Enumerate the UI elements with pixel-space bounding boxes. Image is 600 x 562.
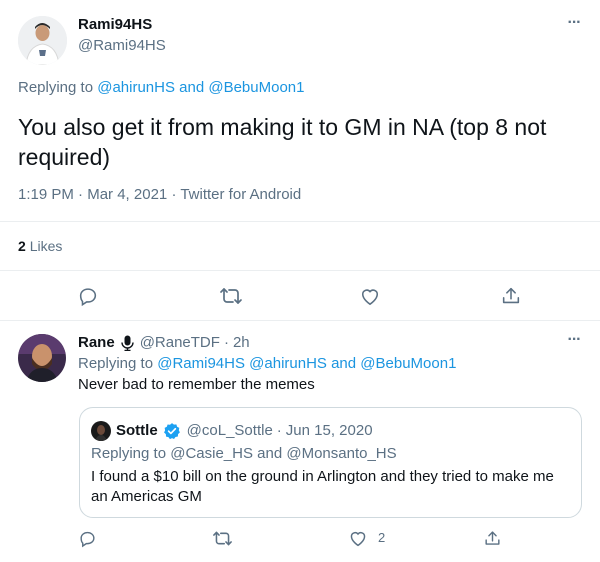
verified-badge-icon <box>163 422 181 440</box>
main-tweet-text-line: You also get it from making it to GM in … <box>18 114 547 140</box>
retweet-icon[interactable] <box>212 529 233 548</box>
divider <box>0 320 600 321</box>
replying-user-link[interactable]: @Rami94HS <box>157 355 245 372</box>
reply-author-line: Rane @RaneTDF · 2h <box>78 333 250 353</box>
divider <box>0 221 600 222</box>
quoted-date: Jun 15, 2020 <box>285 422 373 439</box>
replying-prefix: Replying to <box>91 445 167 462</box>
likes-stat[interactable]: 2 Likes <box>18 236 62 256</box>
main-more-button[interactable]: ··· <box>560 14 588 36</box>
replying-and: and <box>257 445 283 462</box>
likes-label: Likes <box>29 238 63 254</box>
share-icon[interactable] <box>483 529 502 548</box>
tweet-date[interactable]: Mar 4, 2021 <box>87 186 167 203</box>
reply-author-name[interactable]: Rane <box>78 333 115 353</box>
replying-user-link[interactable]: @ahirunHS <box>97 79 175 96</box>
like-action[interactable]: 2 <box>348 529 385 547</box>
quoted-text-line: I found a $10 bill on the ground in Arli… <box>91 468 554 485</box>
quoted-text-line: an Americas GM <box>91 488 202 505</box>
main-replying-to: Replying to @ahirunHS and @BebuMoon1 <box>18 78 304 98</box>
avatar-person-image <box>18 334 66 382</box>
quoted-author-avatar <box>91 421 111 441</box>
microphone-icon <box>120 335 134 351</box>
like-count: 2 <box>378 530 386 545</box>
main-author-name[interactable]: Rami94HS <box>78 15 152 35</box>
avatar-person-image <box>91 421 111 441</box>
reply-time[interactable]: 2h <box>233 333 250 353</box>
avatar-person-image <box>18 16 67 65</box>
quoted-author-handle: @coL_Sottle <box>186 422 273 439</box>
main-author-avatar[interactable] <box>18 16 67 65</box>
replying-user-link[interactable]: @ahirunHS <box>249 355 327 372</box>
replying-user: @Casie_HS <box>170 445 253 462</box>
reply-author-handle[interactable]: @RaneTDF <box>140 333 220 353</box>
meta-separator: · <box>223 334 229 351</box>
replying-and: and <box>179 79 205 96</box>
reply-text: Never bad to remember the memes <box>78 376 315 393</box>
replying-user-link[interactable]: @BebuMoon1 <box>208 79 304 96</box>
replying-and: and <box>331 355 357 372</box>
main-tweet-meta: 1:19 PM · Mar 4, 2021 · Twitter for Andr… <box>18 185 301 205</box>
quoted-replying-to: Replying to @Casie_HS and @Monsanto_HS <box>91 444 397 464</box>
retweet-icon[interactable] <box>219 285 243 307</box>
meta-separator: · <box>276 422 282 439</box>
quoted-author-line: Sottle @coL_Sottle · Jun 15, 2020 <box>116 421 373 441</box>
quoted-author-name: Sottle <box>116 422 158 439</box>
likes-count: 2 <box>18 238 26 254</box>
tweet-source[interactable]: Twitter for Android <box>180 186 301 203</box>
share-icon[interactable] <box>500 285 522 307</box>
tweet-time[interactable]: 1:19 PM <box>18 186 74 203</box>
reply-replying-to: Replying to @Rami94HS @ahirunHS and @Beb… <box>78 354 456 374</box>
main-tweet-text-line: required) <box>18 144 111 170</box>
main-author-handle[interactable]: @Rami94HS <box>78 36 166 56</box>
heart-icon[interactable] <box>348 529 368 547</box>
reply-author-avatar[interactable] <box>18 334 66 382</box>
main-tweet-text: You also get it from making it to GM in … <box>18 112 588 172</box>
heart-icon[interactable] <box>359 286 381 306</box>
quoted-tweet-text: I found a $10 bill on the ground in Arli… <box>91 467 576 507</box>
replying-prefix: Replying to <box>78 355 154 372</box>
meta-separator: · <box>78 186 84 203</box>
reply-icon[interactable] <box>77 285 99 307</box>
replying-prefix: Replying to <box>18 79 94 96</box>
meta-separator: · <box>171 186 177 203</box>
divider <box>0 270 600 271</box>
reply-icon[interactable] <box>78 529 97 548</box>
replying-user-link[interactable]: @BebuMoon1 <box>360 355 456 372</box>
reply-more-button[interactable]: ··· <box>560 331 588 353</box>
replying-user: @Monsanto_HS <box>286 445 397 462</box>
